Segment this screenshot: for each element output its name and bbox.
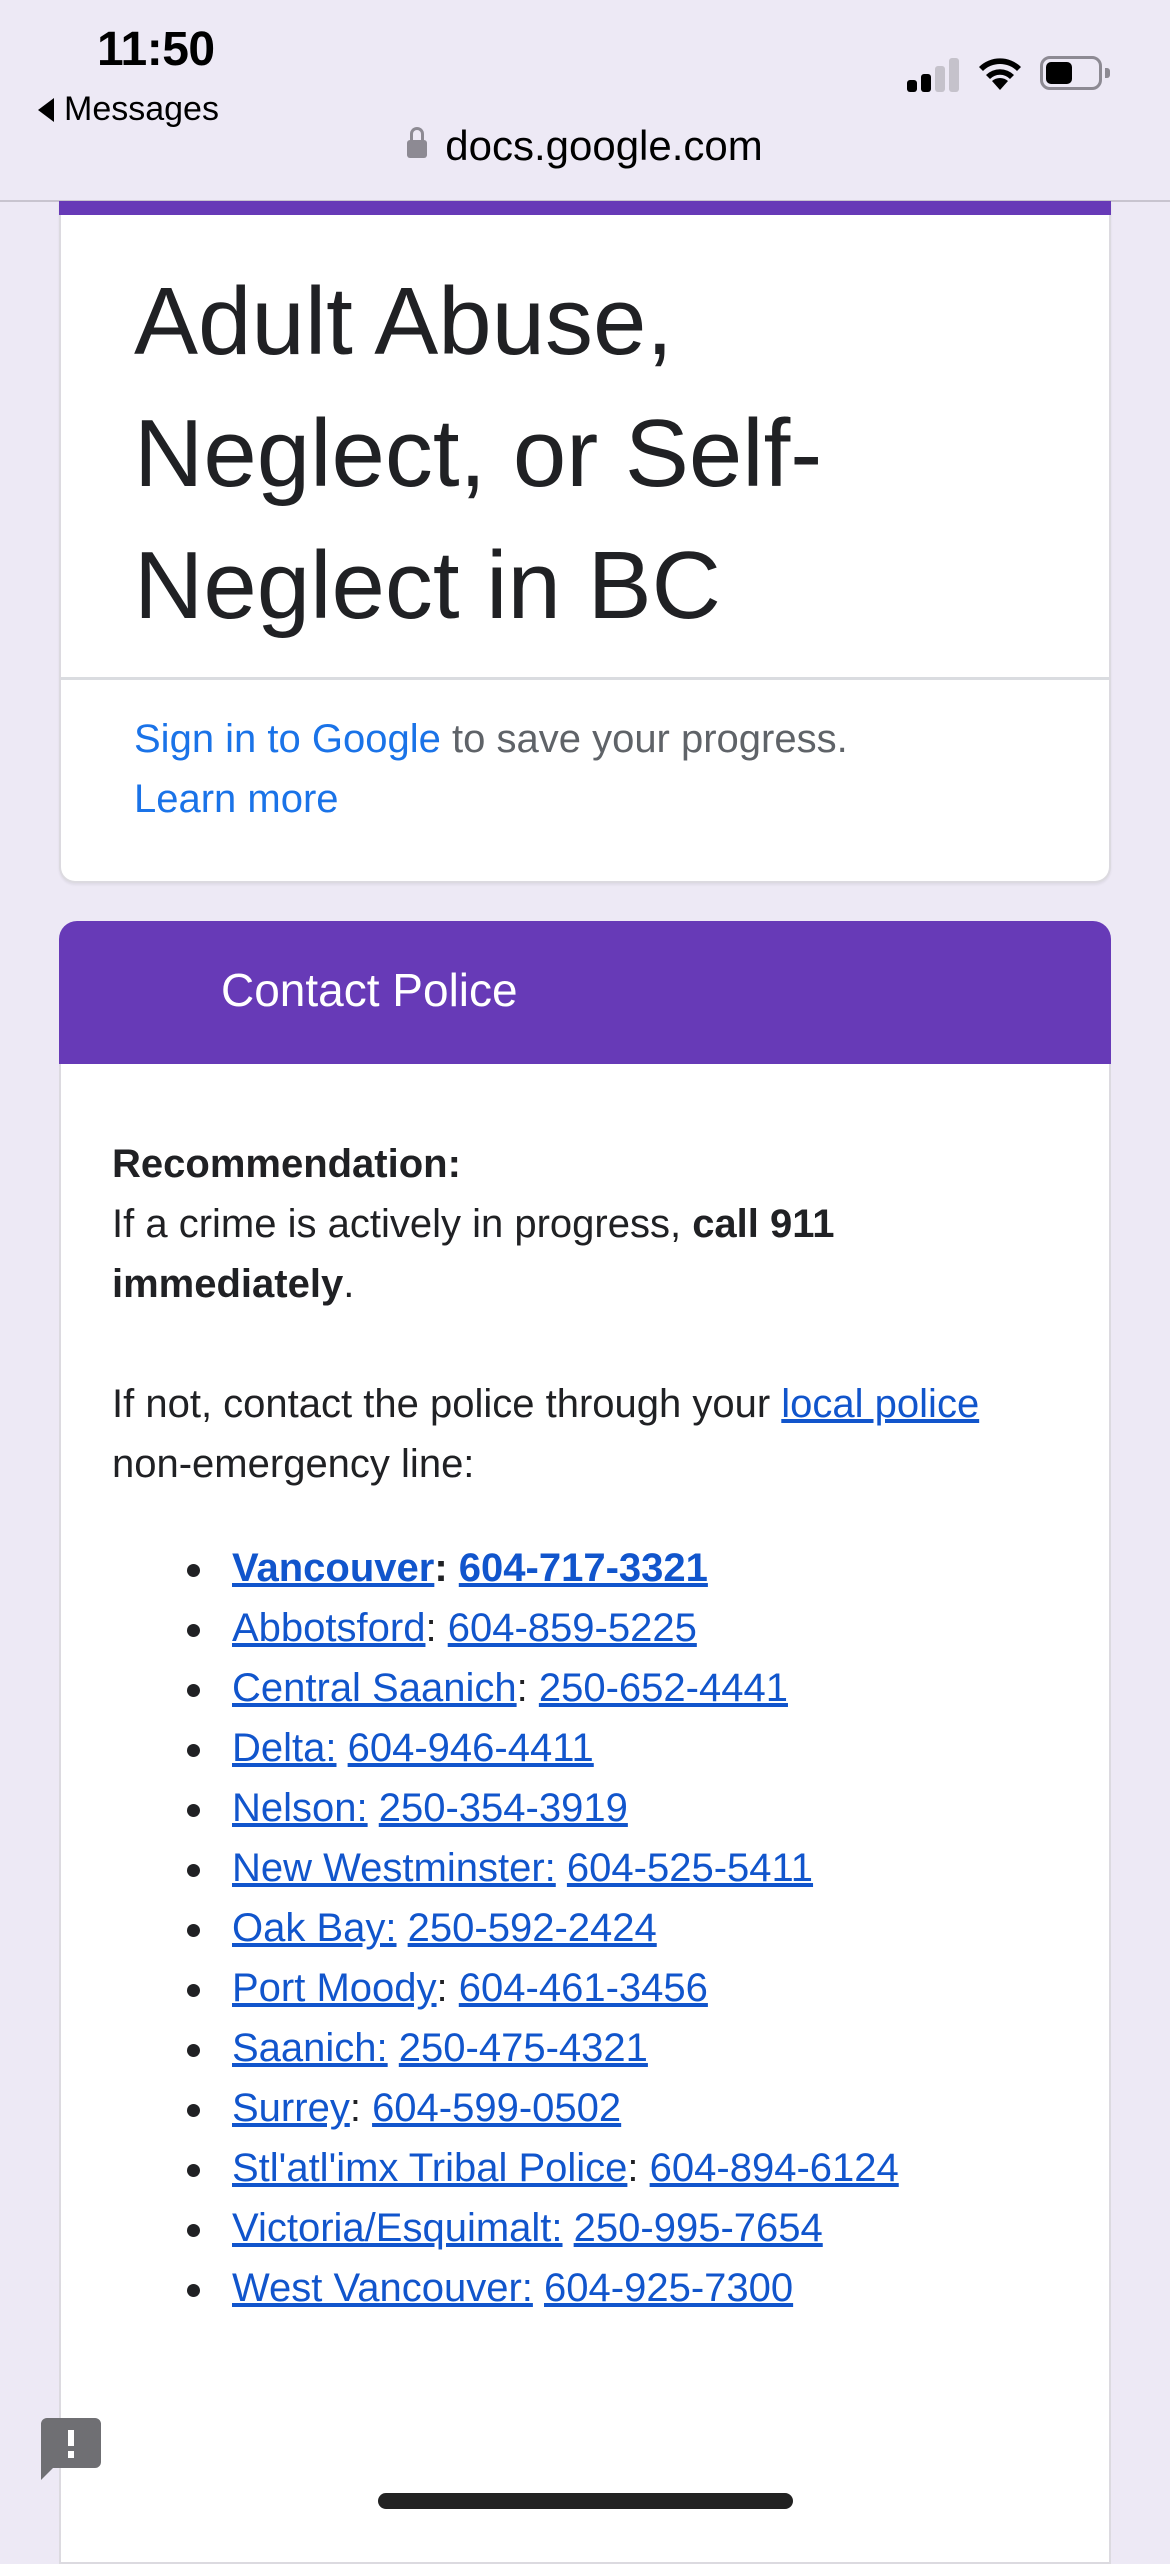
police-name-link[interactable]: Surrey (232, 2086, 350, 2130)
police-line-item: Central Saanich: 250-652-4441 (112, 1658, 1012, 1718)
separator: : (627, 2146, 639, 2190)
section-description: Recommendation: If a crime is actively i… (112, 1134, 1012, 2318)
police-name-link[interactable]: Stl'atl'imx Tribal Police (232, 2146, 627, 2190)
police-line-item: Vancouver: 604-717-3321 (112, 1538, 1012, 1598)
local-police-link[interactable]: local police (781, 1382, 979, 1426)
police-phone-link[interactable]: 604-894-6124 (650, 2146, 899, 2190)
police-name-link[interactable]: Oak Bay: (232, 1906, 397, 1950)
learn-more-link[interactable]: Learn more (134, 777, 339, 821)
accent-bar (59, 201, 1111, 215)
section-description-card: Recommendation: If a crime is actively i… (59, 1064, 1111, 2564)
police-line-item: Abbotsford: 604-859-5225 (112, 1598, 1012, 1658)
signin-notice: Sign in to Google to save your progress.… (134, 709, 1034, 829)
url-domain: docs.google.com (445, 122, 763, 169)
lock-icon (407, 127, 428, 158)
police-phone-link[interactable]: 250-652-4441 (539, 1666, 788, 1710)
police-line-item: Stl'atl'imx Tribal Police: 604-894-6124 (112, 2138, 1012, 2198)
police-line-item: New Westminster: 604-525-5411 (112, 1838, 1012, 1898)
police-line-item: Oak Bay: 250-592-2424 (112, 1898, 1012, 1958)
back-arrow-icon (38, 97, 54, 122)
police-phone-link[interactable]: 604-525-5411 (567, 1846, 813, 1890)
form-title-card: Adult Abuse, Neglect, or Self-Neglect in… (59, 201, 1111, 883)
police-name-link[interactable]: Nelson: (232, 1786, 368, 1830)
police-name-link[interactable]: Port Moody (232, 1966, 437, 2010)
police-name-link[interactable]: Saanich: (232, 2026, 388, 2070)
section-title: Contact Police (221, 964, 518, 1016)
section-header: Contact Police (59, 921, 1111, 1065)
period: . (343, 1262, 355, 1306)
police-phone-link[interactable]: 604-946-4411 (348, 1726, 594, 1770)
police-phone-link[interactable]: 604-925-7300 (544, 2266, 793, 2310)
separator: : (516, 1666, 528, 1710)
status-time: 11:50 (97, 23, 215, 76)
police-line-item: Delta: 604-946-4411 (112, 1718, 1012, 1778)
police-line-item: Nelson: 250-354-3919 (112, 1778, 1012, 1838)
police-name-link[interactable]: Vancouver (232, 1546, 434, 1590)
separator: : (425, 1606, 437, 1650)
police-line-item: Saanich: 250-475-4321 (112, 2018, 1012, 2078)
battery-icon (1040, 56, 1110, 90)
separator: : (434, 1546, 448, 1590)
crime-text: If a crime is actively in progress, (112, 1202, 693, 1246)
police-name-link[interactable]: Delta: (232, 1726, 337, 1770)
url-bar[interactable]: docs.google.com (0, 122, 1170, 170)
police-phone-link[interactable]: 604-599-0502 (372, 2086, 621, 2130)
sign-in-link[interactable]: Sign in to Google (134, 717, 441, 761)
signal-icon (905, 56, 961, 92)
status-bar: 11:50 Messages docs.google.com (0, 0, 1170, 202)
police-line-item: Surrey: 604-599-0502 (112, 2078, 1012, 2138)
police-name-link[interactable]: Abbotsford (232, 1606, 425, 1650)
police-phone-link[interactable]: 250-354-3919 (379, 1786, 628, 1830)
police-name-link[interactable]: Central Saanich (232, 1666, 517, 1710)
report-feedback-icon[interactable] (41, 2418, 101, 2480)
divider (61, 677, 1109, 680)
police-phone-link[interactable]: 604-461-3456 (459, 1966, 708, 2010)
police-line-list: Vancouver: 604-717-3321 Abbotsford: 604-8… (112, 1538, 1012, 2318)
police-name-link[interactable]: Victoria/Esquimalt: (232, 2206, 563, 2250)
separator: : (436, 1966, 448, 2010)
separator: : (349, 2086, 361, 2130)
police-line-item: West Vancouver: 604-925-7300 (112, 2258, 1012, 2318)
police-name-link[interactable]: New Westminster: (232, 1846, 556, 1890)
form-title: Adult Abuse, Neglect, or Self-Neglect in… (134, 268, 823, 639)
recommendation-label: Recommendation: (112, 1142, 461, 1186)
police-name-link[interactable]: West Vancouver: (232, 2266, 533, 2310)
non-emergency-text: If not, contact the police through your (112, 1382, 782, 1426)
police-phone-link[interactable]: 250-475-4321 (399, 2026, 648, 2070)
non-emergency-text-end: non-emergency line: (112, 1442, 475, 1486)
police-line-item: Port Moody: 604-461-3456 (112, 1958, 1012, 2018)
wifi-icon (979, 58, 1021, 90)
police-phone-link[interactable]: 604-717-3321 (459, 1546, 708, 1590)
police-phone-link[interactable]: 604-859-5225 (448, 1606, 697, 1650)
police-phone-link[interactable]: 250-592-2424 (408, 1906, 657, 1950)
police-phone-link[interactable]: 250-995-7654 (574, 2206, 823, 2250)
home-indicator[interactable] (378, 2493, 793, 2509)
police-line-item: Victoria/Esquimalt: 250-995-7654 (112, 2198, 1012, 2258)
signin-text: to save your progress. (440, 717, 848, 761)
